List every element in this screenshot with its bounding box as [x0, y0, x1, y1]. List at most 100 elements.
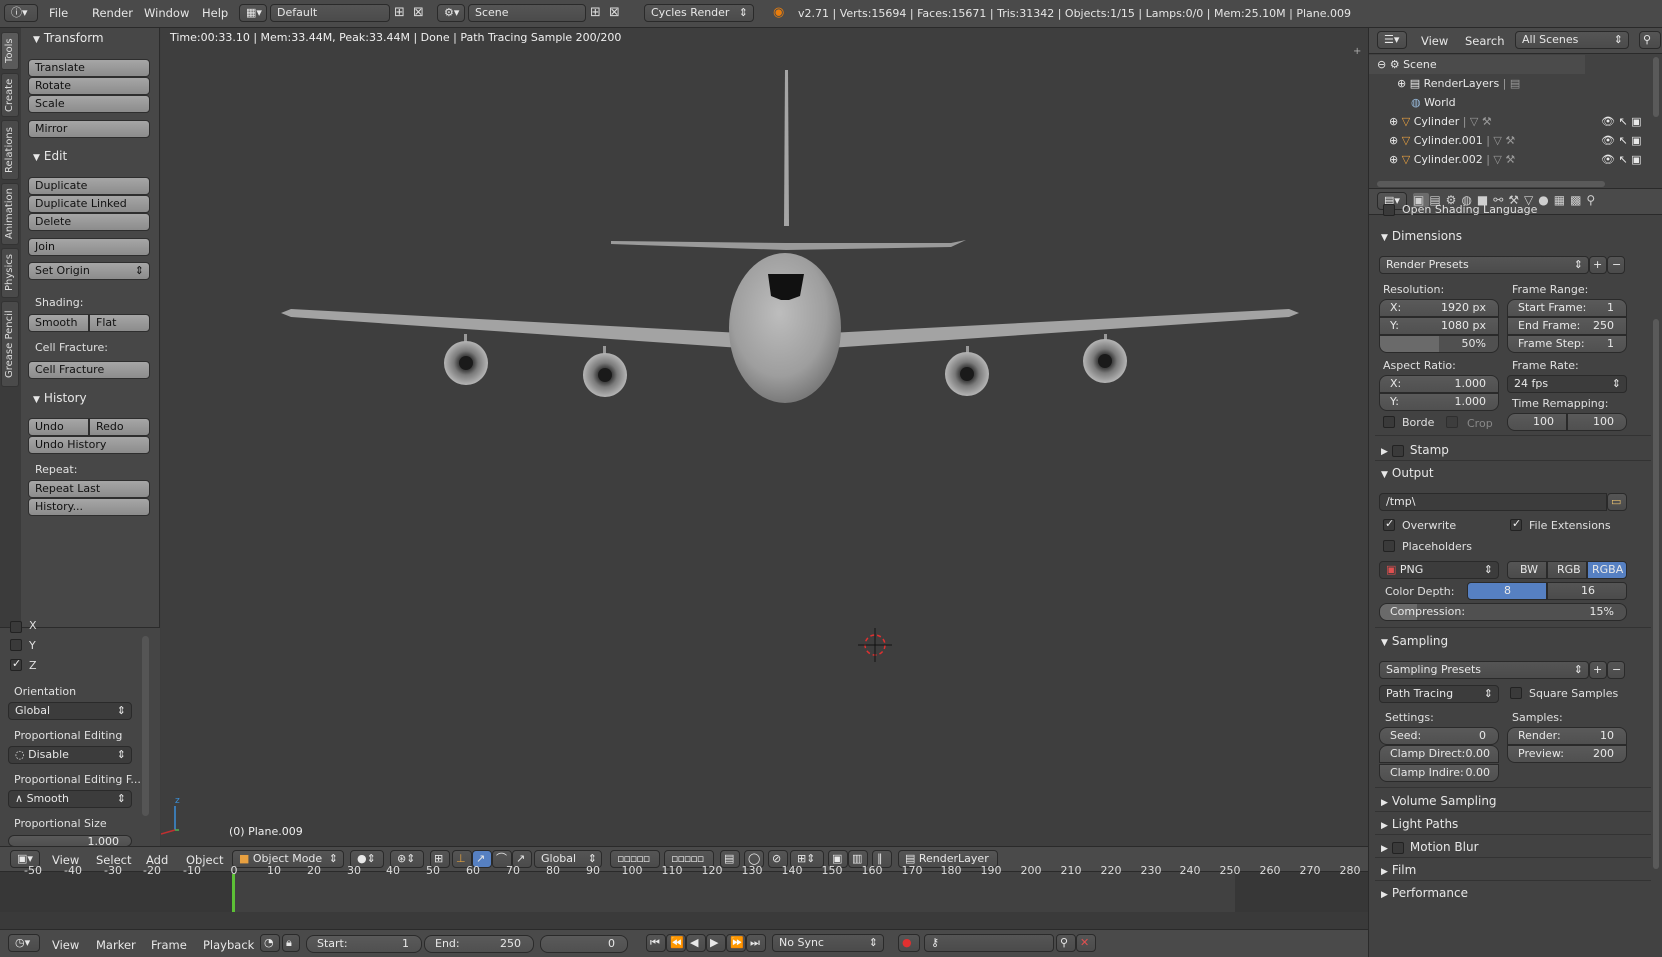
end-frame-prop-field[interactable]: End Frame: 250 [1507, 317, 1627, 335]
frame-rate-select[interactable]: 24 fps ⇕ [1507, 375, 1627, 393]
osl-checkbox[interactable] [1383, 204, 1395, 216]
duplicate-button[interactable]: Duplicate [28, 177, 150, 195]
motion-blur-panel-header[interactable]: ▶ Motion Blur [1381, 840, 1479, 854]
duplicate-linked-button[interactable]: Duplicate Linked [28, 195, 150, 213]
render-engine-select[interactable]: Cycles Render ⇕ [644, 4, 754, 22]
undo-button[interactable]: Undo [28, 418, 89, 436]
outliner-item-cylinder-001[interactable]: ⊕ ▽ Cylinder.001 | ▽ ⚒ 👁︎ ↖ ▣ [1369, 131, 1662, 150]
redo-button[interactable]: Redo [89, 418, 150, 436]
play-button[interactable]: ▶ [706, 934, 726, 952]
axis-x-checkbox[interactable] [10, 621, 22, 633]
vtab-create[interactable]: Create [1, 73, 19, 117]
frame-step-field[interactable]: Frame Step: 1 [1507, 335, 1627, 353]
start-frame-field[interactable]: Start: 1 [306, 935, 422, 953]
browse-folder-button[interactable]: ▭ [1607, 493, 1627, 511]
integrator-select[interactable]: Path Tracing ⇕ [1379, 685, 1499, 703]
color-rgb-button[interactable]: RGB [1547, 561, 1587, 579]
outliner-filter-select[interactable]: All Scenes ⇕ [1515, 31, 1629, 49]
visibility-eye-icon[interactable]: 👁︎ ↖ ▣ [1601, 131, 1642, 150]
menu-file[interactable]: File [49, 6, 68, 20]
outliner-scrollbar-v[interactable] [1653, 57, 1659, 117]
add-screen-icon[interactable]: ⊞ [394, 5, 405, 20]
axis-z-checkbox[interactable] [10, 657, 22, 671]
scale-button[interactable]: Scale [28, 95, 150, 113]
history-button[interactable]: History... [28, 498, 150, 516]
visibility-eye-icon[interactable]: 👁︎ ↖ ▣ [1601, 150, 1642, 169]
dimensions-panel-header[interactable]: ▼ Dimensions [1381, 229, 1462, 243]
set-origin-select[interactable]: Set Origin ⇕ [28, 262, 150, 280]
outliner-item-cylinder-002[interactable]: ⊕ ▽ Cylinder.002 | ▽ ⚒ 👁︎ ↖ ▣ [1369, 150, 1662, 169]
clamp-direct-field[interactable]: Clamp Direct: 0.00 [1379, 745, 1499, 763]
menu-timeline-view[interactable]: View [52, 938, 79, 952]
scene-field[interactable]: Scene [468, 4, 586, 22]
orientation-select[interactable]: Global ⇕ [8, 702, 132, 720]
add-preset-button[interactable]: + [1589, 256, 1607, 274]
sampling-panel-header[interactable]: ▼ Sampling [1381, 634, 1448, 648]
output-path-field[interactable]: /tmp\ [1379, 493, 1607, 511]
square-samples-checkbox[interactable] [1510, 687, 1522, 699]
file-format-select[interactable]: ▣ PNG ⇕ [1379, 561, 1499, 579]
color-depth-8-button[interactable]: 8 [1467, 582, 1547, 600]
layer-lock-icon[interactable]: ▤ [720, 850, 740, 868]
timeline-area[interactable] [0, 872, 1368, 929]
editor-type-outliner-button[interactable]: ☰▾ [1377, 31, 1407, 49]
transform-panel-header[interactable]: ▼ Transform [33, 31, 104, 45]
stamp-panel-header[interactable]: ▶ Stamp [1381, 443, 1449, 457]
preview-range-icon[interactable]: ◔ [260, 934, 280, 952]
remove-preset-button[interactable]: − [1607, 256, 1625, 274]
jump-keyframe-forward-button[interactable]: ⏩ [726, 934, 746, 952]
compression-field[interactable]: Compression: 15% [1379, 603, 1627, 621]
outliner-search-button[interactable]: ⚲ [1639, 31, 1661, 49]
vtab-animation[interactable]: Animation [1, 183, 19, 245]
screen-layout-icon[interactable]: ▦▾ [239, 4, 267, 22]
overwrite-checkbox[interactable] [1383, 517, 1395, 531]
volume-sampling-panel-header[interactable]: ▶ Volume Sampling [1381, 794, 1497, 808]
keying-set-field[interactable]: ⚷ [924, 934, 1054, 952]
file-extensions-checkbox[interactable] [1510, 517, 1522, 531]
menu-frame[interactable]: Frame [151, 938, 187, 952]
aspect-y-field[interactable]: Y: 1.000 [1379, 393, 1499, 411]
outliner-item-scene[interactable]: ⊖ ⚙ Scene [1369, 55, 1585, 74]
menu-marker[interactable]: Marker [96, 938, 136, 952]
film-panel-header[interactable]: ▶ Film [1381, 863, 1416, 877]
rotate-button[interactable]: Rotate [28, 77, 150, 95]
stamp-checkbox[interactable] [1391, 444, 1404, 457]
color-rgba-button[interactable]: RGBA [1587, 561, 1627, 579]
border-checkbox[interactable] [1383, 416, 1395, 428]
operator-scrollbar[interactable] [142, 636, 149, 816]
add-scene-icon[interactable]: ⊞ [590, 5, 601, 20]
vtab-relations[interactable]: Relations [1, 120, 19, 180]
output-panel-header[interactable]: ▼ Output [1381, 466, 1434, 480]
remap-old-field[interactable]: 100 [1507, 413, 1567, 431]
mode-select[interactable]: ■ Object Mode ⇕ [232, 850, 344, 868]
preview-samples-field[interactable]: Preview: 200 [1507, 745, 1627, 763]
crop-checkbox[interactable] [1446, 416, 1458, 428]
add-sampling-preset-button[interactable]: + [1589, 661, 1607, 679]
cell-fracture-button[interactable]: Cell Fracture [28, 361, 150, 379]
outliner-item-world[interactable]: ◍ World [1369, 93, 1456, 112]
prop-edit-select[interactable]: ◌ Disable ⇕ [8, 746, 132, 764]
remove-sampling-preset-button[interactable]: − [1607, 661, 1625, 679]
menu-render[interactable]: Render [92, 6, 133, 20]
history-panel-header[interactable]: ▼ History [33, 391, 87, 405]
jump-start-button[interactable]: ⏮ [646, 934, 666, 952]
menu-help[interactable]: Help [202, 6, 228, 20]
seed-field[interactable]: Seed: 0 [1379, 727, 1499, 745]
outliner-menu-view[interactable]: View [1421, 34, 1448, 48]
lock-range-icon[interactable]: 🔒︎ [282, 934, 300, 952]
end-frame-field[interactable]: End: 250 [424, 935, 534, 953]
remove-screen-icon[interactable]: ⊠ [413, 5, 424, 20]
current-frame-line[interactable] [232, 874, 235, 912]
scene-icon[interactable]: ⚙▾ [437, 4, 465, 22]
join-button[interactable]: Join [28, 238, 150, 256]
play-reverse-button[interactable]: ◀ [686, 934, 706, 952]
render-presets-select[interactable]: Render Presets ⇕ [1379, 256, 1589, 274]
delete-keyframe-icon[interactable]: ✕ [1076, 934, 1096, 952]
undo-history-button[interactable]: Undo History [28, 436, 150, 454]
axis-y-checkbox[interactable] [10, 639, 22, 651]
record-button[interactable]: ● [898, 934, 920, 952]
menu-window[interactable]: Window [144, 6, 189, 20]
shade-smooth-button[interactable]: Smooth [28, 314, 89, 332]
start-frame-prop-field[interactable]: Start Frame: 1 [1507, 299, 1627, 317]
vtab-tools[interactable]: Tools [1, 32, 19, 70]
